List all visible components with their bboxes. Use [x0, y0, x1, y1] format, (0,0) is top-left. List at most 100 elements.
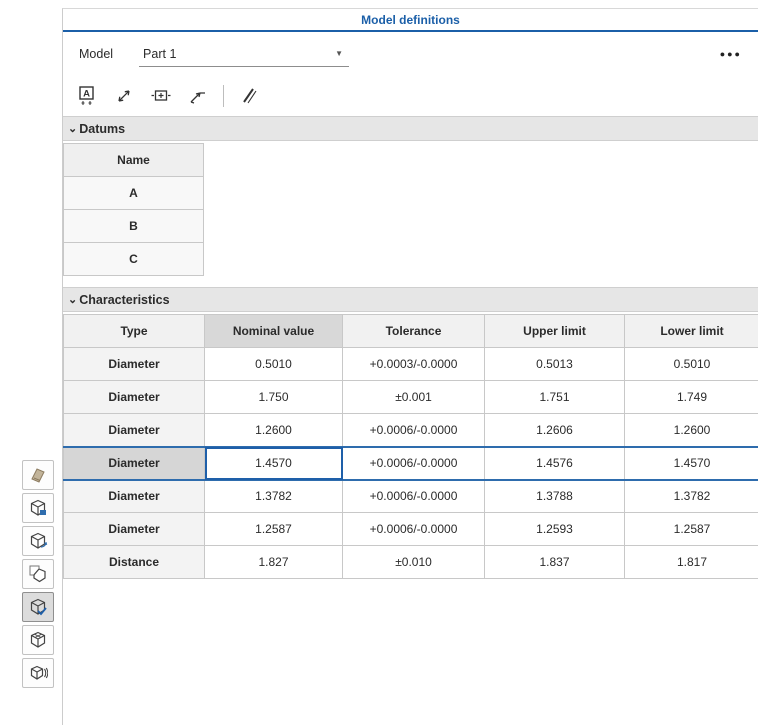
chevron-down-icon: ▼ [335, 49, 343, 58]
table-row: C [64, 243, 204, 276]
upper-limit-cell[interactable]: 1.4576 [485, 447, 625, 480]
panel-title: Model definitions [361, 13, 460, 27]
lower-limit-cell[interactable]: 1.2587 [625, 513, 758, 546]
characteristics-section-header[interactable]: ⌄ Characteristics [63, 287, 758, 312]
type-cell[interactable]: Diameter [64, 348, 205, 381]
cube-grid-tool-button[interactable] [22, 625, 54, 655]
datums-name-header: Name [64, 144, 204, 177]
tolerance-cell[interactable]: +0.0006/-0.0000 [343, 414, 485, 447]
tolerance-cell[interactable]: +0.0003/-0.0000 [343, 348, 485, 381]
caliper-stamp-icon [28, 465, 48, 485]
model-dropdown[interactable]: Part 1 ▼ [139, 42, 349, 67]
cube-refresh-tool-button[interactable] [22, 658, 54, 688]
cube-copy-icon [28, 564, 48, 584]
text-annotation-tool-button[interactable]: A [75, 84, 99, 108]
table-row: A [64, 177, 204, 210]
tolerance-cell[interactable]: +0.0006/-0.0000 [343, 513, 485, 546]
upper-limit-cell[interactable]: 1.751 [485, 381, 625, 414]
tolerance-cell[interactable]: +0.0006/-0.0000 [343, 480, 485, 513]
nominal-value-cell[interactable]: 1.750 [205, 381, 343, 414]
tolerance-cell[interactable]: +0.0006/-0.0000 [343, 447, 485, 480]
table-row: B [64, 210, 204, 243]
chevron-down-icon: ⌄ [68, 124, 77, 134]
cube-refresh-icon [28, 663, 48, 683]
lower-limit-cell[interactable]: 1.3782 [625, 480, 758, 513]
model-label: Model [79, 47, 113, 61]
column-header-lower-limit[interactable]: Lower limit [625, 315, 758, 348]
table-row[interactable]: Diameter 1.2600 +0.0006/-0.0000 1.2606 1… [64, 414, 758, 447]
upper-limit-cell[interactable]: 1.3788 [485, 480, 625, 513]
type-cell[interactable]: Distance [64, 546, 205, 579]
column-header-nominal-value[interactable]: Nominal value [205, 315, 343, 348]
lower-limit-cell[interactable]: 0.5010 [625, 348, 758, 381]
leader-line-icon [188, 86, 208, 106]
characteristics-section-label: Characteristics [79, 293, 169, 307]
tolerance-cell[interactable]: ±0.010 [343, 546, 485, 579]
nominal-value-cell[interactable]: 1.2600 [205, 414, 343, 447]
model-dropdown-value: Part 1 [143, 47, 176, 61]
hatch-tool-button[interactable] [237, 84, 261, 108]
upper-limit-cell[interactable]: 0.5013 [485, 348, 625, 381]
lower-limit-cell[interactable]: 1.2600 [625, 414, 758, 447]
column-header-upper-limit[interactable]: Upper limit [485, 315, 625, 348]
leader-line-tool-button[interactable] [186, 84, 210, 108]
datums-header-row: Name [64, 144, 204, 177]
left-tool-strip [22, 460, 54, 688]
table-row-selected[interactable]: Diameter 1.4570 +0.0006/-0.0000 1.4576 1… [64, 447, 758, 480]
datums-section-header[interactable]: ⌄ Datums [63, 116, 758, 141]
table-row[interactable]: Diameter 1.3782 +0.0006/-0.0000 1.3788 1… [64, 480, 758, 513]
cube-check-tool-button[interactable] [22, 592, 54, 622]
caliper-stamp-tool-button[interactable] [22, 460, 54, 490]
type-cell[interactable]: Diameter [64, 414, 205, 447]
lower-limit-cell[interactable]: 1.817 [625, 546, 758, 579]
cube-rotate-icon [28, 531, 48, 551]
model-selector-row: Model Part 1 ▼ ●●● [63, 32, 758, 76]
overflow-menu-button[interactable]: ●●● [720, 49, 742, 59]
datum-cell[interactable]: A [64, 177, 204, 210]
datums-section-label: Datums [79, 122, 125, 136]
characteristics-header-row: Type Nominal value Tolerance Upper limit… [64, 315, 758, 348]
table-row[interactable]: Diameter 1.750 ±0.001 1.751 1.749 [64, 381, 758, 414]
cube-grid-icon [28, 630, 48, 650]
upper-limit-cell[interactable]: 1.2606 [485, 414, 625, 447]
table-row[interactable]: Diameter 0.5010 +0.0003/-0.0000 0.5013 0… [64, 348, 758, 381]
measure-distance-icon [114, 86, 134, 106]
table-row[interactable]: Diameter 1.2587 +0.0006/-0.0000 1.2593 1… [64, 513, 758, 546]
column-header-tolerance[interactable]: Tolerance [343, 315, 485, 348]
hatch-icon [239, 86, 259, 106]
column-header-type[interactable]: Type [64, 315, 205, 348]
panel-title-bar: Model definitions [63, 9, 758, 32]
nominal-value-cell[interactable]: 1.3782 [205, 480, 343, 513]
datum-target-tool-button[interactable] [149, 84, 173, 108]
datum-cell[interactable]: B [64, 210, 204, 243]
text-annotation-icon: A [76, 85, 98, 107]
nominal-value-cell[interactable]: 0.5010 [205, 348, 343, 381]
upper-limit-cell[interactable]: 1.837 [485, 546, 625, 579]
characteristics-table: Type Nominal value Tolerance Upper limit… [63, 314, 758, 579]
nominal-value-cell[interactable]: 1.827 [205, 546, 343, 579]
part-cube-icon [28, 498, 48, 518]
datum-target-icon [150, 86, 172, 106]
part-cube-tool-button[interactable] [22, 493, 54, 523]
model-definitions-panel: Model definitions Model Part 1 ▼ ●●● A [62, 8, 758, 725]
cube-rotate-tool-button[interactable] [22, 526, 54, 556]
toolbar-separator [223, 85, 224, 107]
lower-limit-cell[interactable]: 1.749 [625, 381, 758, 414]
upper-limit-cell[interactable]: 1.2593 [485, 513, 625, 546]
chevron-down-icon: ⌄ [68, 295, 77, 305]
cube-copy-tool-button[interactable] [22, 559, 54, 589]
type-cell[interactable]: Diameter [64, 447, 205, 480]
datums-table: Name A B C [63, 143, 204, 276]
type-cell[interactable]: Diameter [64, 480, 205, 513]
datum-cell[interactable]: C [64, 243, 204, 276]
tolerance-cell[interactable]: ±0.001 [343, 381, 485, 414]
lower-limit-cell[interactable]: 1.4570 [625, 447, 758, 480]
svg-text:A: A [83, 89, 90, 100]
cube-check-icon [28, 597, 48, 617]
type-cell[interactable]: Diameter [64, 381, 205, 414]
measure-distance-tool-button[interactable] [112, 84, 136, 108]
type-cell[interactable]: Diameter [64, 513, 205, 546]
nominal-value-cell[interactable]: 1.2587 [205, 513, 343, 546]
table-row[interactable]: Distance 1.827 ±0.010 1.837 1.817 [64, 546, 758, 579]
nominal-value-cell-active[interactable]: 1.4570 [205, 447, 343, 480]
